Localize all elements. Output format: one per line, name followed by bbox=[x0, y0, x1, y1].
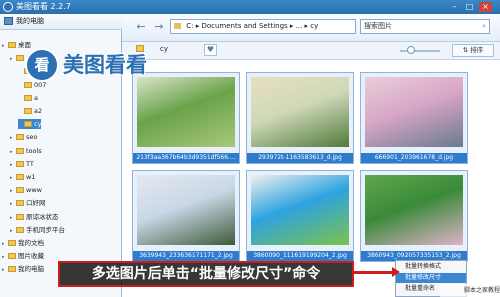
tree-item-label: TT bbox=[26, 159, 34, 168]
watermark: 脚本之家教程 bbox=[440, 284, 500, 297]
thumbnail-caption: 3860090_111619199204_2.jpg bbox=[247, 251, 353, 261]
folder-icon bbox=[16, 213, 24, 220]
search-icon[interactable]: ⌕ bbox=[482, 20, 486, 33]
tree-item[interactable]: ▸ bbox=[10, 53, 26, 63]
folder-icon bbox=[16, 226, 24, 233]
tree-item[interactable]: ▸ 口好网 bbox=[10, 198, 46, 208]
overlay-logo-icon: 看 bbox=[25, 48, 59, 82]
favorite-heart-icon[interactable]: ♥ bbox=[204, 44, 217, 56]
thumbnail-caption: 293972t-1163583613_d.jpg bbox=[247, 153, 353, 163]
tree-item-label: www bbox=[26, 186, 42, 195]
tree-item[interactable]: ▸ seo bbox=[10, 132, 37, 142]
thumbnail-image bbox=[251, 175, 349, 245]
arrow-line bbox=[354, 271, 396, 274]
tree-item[interactable]: ▸ w1 bbox=[10, 172, 35, 182]
context-menu-item[interactable]: 批量修改尺寸 bbox=[396, 273, 466, 283]
tree-item-label: 我的文档 bbox=[18, 239, 44, 247]
tree-item[interactable]: ▸ 图片收藏 bbox=[2, 251, 44, 261]
computer-icon bbox=[4, 17, 13, 25]
sort-label: 排序 bbox=[470, 46, 484, 54]
thumbnail[interactable]: 293972t-1163583613_d.jpg bbox=[246, 72, 354, 164]
tree-item[interactable]: ▸ 手机同步平台 bbox=[10, 225, 65, 235]
search-input[interactable]: 搜索图片 ⌕ bbox=[360, 19, 490, 34]
drive-icon bbox=[174, 23, 181, 29]
tree-item[interactable]: cy bbox=[18, 119, 42, 130]
folder-icon bbox=[24, 108, 32, 114]
thumbnail[interactable]: 3860090_111619199204_2.jpg bbox=[246, 170, 354, 262]
instruction-banner: 多选图片后单击“批量修改尺寸”命令 bbox=[58, 261, 354, 287]
back-icon[interactable]: ← bbox=[135, 21, 147, 33]
tree-item-label: w1 bbox=[26, 173, 36, 181]
folder-panel-title: 我的电脑 bbox=[16, 17, 44, 25]
context-menu-item[interactable]: 批量转换格式 bbox=[396, 262, 466, 272]
thumbnail[interactable]: 3639943_233636171171_2.jpg bbox=[132, 170, 240, 262]
thumbnail[interactable]: 3860943_092057335153_2.jpg bbox=[360, 170, 468, 262]
overlay-logo: 看 美图看看 bbox=[25, 48, 195, 84]
tree-item-label: 原谅冰状态 bbox=[26, 212, 59, 221]
thumbnail-caption: 3639943_233636171171_2.jpg bbox=[133, 251, 239, 261]
address-bar[interactable]: C: ▸ Documents and Settings ▸ ... ▸ cy bbox=[170, 19, 356, 34]
tree-item[interactable]: ▸ www bbox=[10, 185, 42, 195]
folder-icon bbox=[8, 42, 16, 48]
folder-icon bbox=[16, 147, 24, 154]
thumbnail-image bbox=[365, 175, 463, 245]
folder-icon bbox=[24, 94, 32, 101]
folder-icon bbox=[16, 187, 24, 194]
tree-item-label: seo bbox=[26, 133, 38, 142]
folder-icon bbox=[16, 174, 24, 180]
tree-item-label: 我的电脑 bbox=[18, 265, 44, 274]
tree-item[interactable]: ▸ 我的电脑 bbox=[2, 264, 44, 274]
search-placeholder: 搜索图片 bbox=[364, 22, 392, 30]
thumbnail-image bbox=[137, 175, 235, 245]
tree-item-label: 手机同步平台 bbox=[26, 225, 65, 234]
folder-icon bbox=[16, 200, 24, 207]
tree-item-label: 图片收藏 bbox=[18, 252, 44, 261]
tree-item[interactable]: ▸ tools bbox=[10, 146, 42, 156]
folder-icon bbox=[16, 55, 24, 62]
tree-item-label: a2 bbox=[34, 107, 43, 115]
folder-icon bbox=[8, 266, 16, 273]
thumbnail[interactable]: 213f3aa367b64b3d9351df566.... bbox=[132, 72, 240, 164]
zoom-slider-track[interactable] bbox=[400, 50, 440, 52]
title-bar: 美图看看 2.2.7 – □ × bbox=[0, 0, 500, 14]
tree-item[interactable]: ▸ 原谅冰状态 bbox=[10, 212, 59, 222]
folder-icon bbox=[24, 121, 32, 128]
thumbnail-caption: 666901_203961678_d.jpg bbox=[361, 153, 467, 163]
close-icon[interactable]: × bbox=[479, 2, 492, 12]
tree-item[interactable]: ▸ 我的文档 bbox=[2, 238, 44, 248]
folder-icon bbox=[16, 134, 24, 141]
tree-item-label: 口好网 bbox=[26, 199, 46, 208]
tree-item-label: tools bbox=[26, 146, 42, 155]
folder-panel-header: 我的电脑 bbox=[0, 14, 122, 30]
sort-button[interactable]: ⇅ 排序 bbox=[452, 44, 494, 57]
tree-item[interactable]: ▸ TT bbox=[10, 159, 34, 169]
thumbnail-image bbox=[251, 77, 349, 147]
thumbnail[interactable]: 666901_203961678_d.jpg bbox=[360, 72, 468, 164]
overlay-logo-text: 美图看看 bbox=[63, 53, 147, 77]
thumbnail-image bbox=[365, 77, 463, 147]
thumbnail-caption: 213f3aa367b64b3d9351df566.... bbox=[133, 153, 239, 163]
tree-item-label: cy bbox=[34, 120, 42, 129]
thumbnail-image bbox=[137, 77, 235, 147]
tree-item[interactable]: a2 bbox=[18, 106, 42, 116]
minimize-icon[interactable]: – bbox=[448, 2, 461, 12]
app-logo-icon bbox=[3, 2, 13, 12]
folder-icon bbox=[8, 240, 16, 246]
app-title: 美图看看 2.2.7 bbox=[16, 2, 71, 11]
zoom-slider-thumb[interactable] bbox=[407, 46, 415, 54]
maximize-icon[interactable]: □ bbox=[463, 2, 476, 12]
tree-item[interactable]: a bbox=[18, 93, 38, 103]
arrow-icon bbox=[392, 267, 400, 277]
address-path: C: ▸ Documents and Settings ▸ ... ▸ cy bbox=[186, 22, 319, 30]
folder-icon bbox=[16, 160, 24, 167]
forward-icon[interactable]: → bbox=[153, 21, 165, 33]
tree-item-label: a bbox=[34, 93, 38, 102]
folder-icon bbox=[8, 253, 16, 260]
